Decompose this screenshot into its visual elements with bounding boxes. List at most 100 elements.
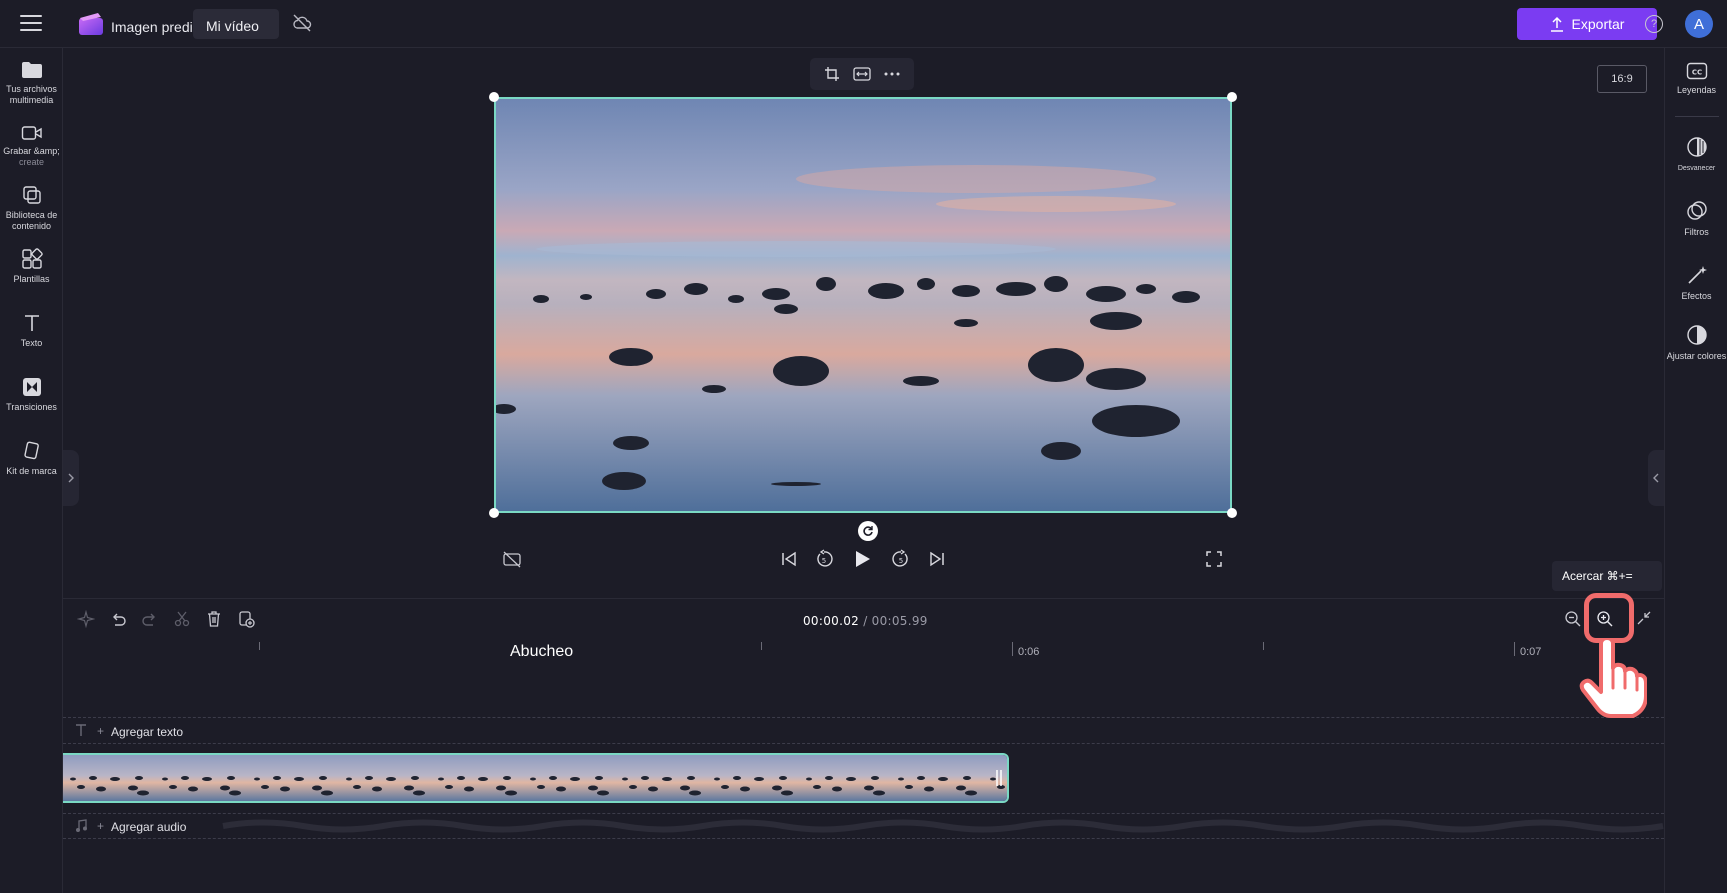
help-icon[interactable]: ? — [1645, 15, 1663, 33]
aspect-ratio-button[interactable]: 16:9 — [1597, 65, 1647, 93]
filters-icon — [1686, 201, 1707, 220]
resize-handle-top-left[interactable] — [489, 92, 499, 102]
clip-thumbnail — [523, 755, 615, 801]
redo-icon[interactable] — [141, 610, 159, 628]
time-separator: / — [859, 614, 872, 628]
play-icon[interactable] — [852, 549, 872, 569]
magic-icon[interactable] — [77, 610, 95, 628]
collapse-right-panel-button[interactable] — [1648, 450, 1664, 506]
adjust-colors-icon — [1686, 325, 1707, 345]
video-preview-canvas[interactable] — [494, 97, 1232, 513]
zoom-out-icon[interactable] — [1564, 610, 1582, 628]
aspect-ratio-label: 16:9 — [1611, 73, 1633, 85]
rotate-icon — [863, 526, 873, 536]
timeline-ruler: 0:06 0:07 — [63, 640, 1664, 678]
ruler-label: 0:06 — [1018, 646, 1040, 658]
sidebar-item-label: Plantillas — [13, 274, 50, 284]
clip-trim-handle[interactable] — [996, 770, 1002, 786]
folder-icon — [21, 62, 42, 78]
svg-text:5: 5 — [899, 557, 903, 565]
hide-preview-icon[interactable] — [502, 549, 522, 569]
sidebar-item-label: Filtros — [1684, 227, 1709, 237]
tooltip-text: Acercar ⌘+= — [1562, 569, 1633, 583]
export-label: Exportar — [1571, 16, 1625, 32]
fullscreen-icon[interactable] — [1204, 549, 1224, 569]
resize-handle-bottom-left[interactable] — [489, 508, 499, 518]
help-label: ? — [1650, 18, 1658, 30]
clip-thumbnail — [155, 755, 247, 801]
sidebar-item-label: Desvanecer — [1677, 165, 1716, 172]
skip-to-start-icon[interactable] — [779, 549, 799, 569]
track-divider — [63, 838, 1664, 839]
sidebar-item-effects[interactable]: Efectos — [1665, 264, 1727, 302]
sidebar-item-fade[interactable]: Desvanecer — [1665, 136, 1727, 174]
sidebar-item-captions[interactable]: CC Leyendas — [1665, 62, 1727, 96]
clip-thumbnail — [247, 755, 339, 801]
sidebar-item-label: Texto — [20, 338, 43, 348]
chevron-left-icon — [1653, 473, 1659, 483]
total-time: 00:05.99 — [871, 614, 928, 628]
fit-icon[interactable] — [853, 67, 871, 81]
rotate-handle[interactable] — [858, 521, 878, 541]
video-clip[interactable]: // placeholder to keep markup flat; thum… — [63, 753, 1009, 803]
fade-icon — [1686, 137, 1707, 157]
sidebar-item-filters[interactable]: Filtros — [1665, 200, 1727, 238]
sidebar-item-text[interactable]: Texto — [0, 312, 63, 349]
export-button[interactable]: Exportar — [1517, 8, 1657, 40]
playback-time: 00:00.02 / 00:05.99 — [803, 614, 928, 628]
skip-to-end-icon[interactable] — [927, 549, 947, 569]
sidebar-item-templates[interactable]: Plantillas — [0, 248, 63, 285]
highlight-ring — [1584, 593, 1634, 643]
project-title[interactable]: Mi vídeo — [206, 18, 259, 34]
captions-icon: CC — [1686, 62, 1707, 80]
delete-icon[interactable] — [205, 610, 223, 628]
transitions-icon — [22, 378, 41, 396]
audio-track[interactable]: + Agregar audio — [63, 815, 463, 837]
resize-handle-bottom-right[interactable] — [1227, 508, 1237, 518]
app-logo-icon — [79, 13, 103, 35]
menu-icon[interactable] — [20, 15, 42, 33]
collapse-left-panel-button[interactable] — [63, 450, 79, 506]
cloud-off-icon — [293, 14, 312, 32]
ruler-label: 0:07 — [1520, 646, 1542, 658]
undo-icon[interactable] — [109, 610, 127, 628]
current-time: 00:00.02 — [803, 614, 860, 628]
clip-thumbnail — [891, 755, 983, 801]
more-icon[interactable] — [884, 72, 900, 76]
left-sidebar: Tus archivos multimedia Grabar &amp; cre… — [0, 48, 63, 893]
sidebar-item-record[interactable]: Grabar &amp; create — [0, 124, 63, 167]
effects-icon — [1687, 266, 1707, 284]
sidebar-item-label: Ajustar colores — [1666, 351, 1727, 361]
avatar[interactable]: A — [1685, 10, 1713, 38]
ruler-tick — [1263, 642, 1264, 650]
add-text-label[interactable]: Agregar texto — [111, 725, 183, 739]
text-track[interactable]: + Agregar texto — [63, 718, 1664, 744]
cut-icon[interactable] — [173, 610, 191, 628]
avatar-initial: A — [1693, 15, 1704, 33]
ruler-tick — [761, 642, 762, 650]
forward-5s-icon[interactable]: 5 — [891, 549, 911, 569]
top-bar: Imagen prediseñada Mi vídeo Exportar ? A — [0, 0, 1727, 48]
sidebar-item-media[interactable]: Tus archivos multimedia — [0, 60, 63, 106]
plus-icon: + — [97, 819, 105, 833]
library-icon — [22, 186, 41, 204]
sidebar-item-label: Grabar &amp; — [3, 146, 60, 156]
right-sidebar: CC Leyendas Desvanecer Filtros Efectos A… — [1664, 48, 1727, 893]
preview-context-toolbar — [810, 58, 914, 90]
resize-handle-top-right[interactable] — [1227, 92, 1237, 102]
hand-cursor-icon — [1579, 638, 1647, 718]
sidebar-item-brand-kit[interactable]: Kit de marca — [0, 440, 63, 477]
sidebar-item-label: Tus archivos multimedia — [6, 84, 57, 105]
sidebar-item-label: Leyendas — [1676, 85, 1717, 95]
sidebar-item-adjust-colors[interactable]: Ajustar colores — [1665, 324, 1727, 362]
video-editor-app: Imagen prediseñada Mi vídeo Exportar ? A… — [0, 0, 1727, 893]
sidebar-item-content-library[interactable]: Biblioteca de contenido — [0, 184, 63, 232]
clip-thumbnail — [707, 755, 799, 801]
plus-icon: + — [97, 724, 105, 738]
duplicate-icon[interactable] — [237, 610, 255, 628]
add-audio-label[interactable]: Agregar audio — [111, 820, 186, 834]
rewind-5s-icon[interactable]: 5 — [814, 549, 834, 569]
crop-icon[interactable] — [824, 66, 840, 82]
sidebar-item-transitions[interactable]: Transiciones — [0, 376, 63, 413]
fit-timeline-icon[interactable] — [1636, 610, 1652, 626]
